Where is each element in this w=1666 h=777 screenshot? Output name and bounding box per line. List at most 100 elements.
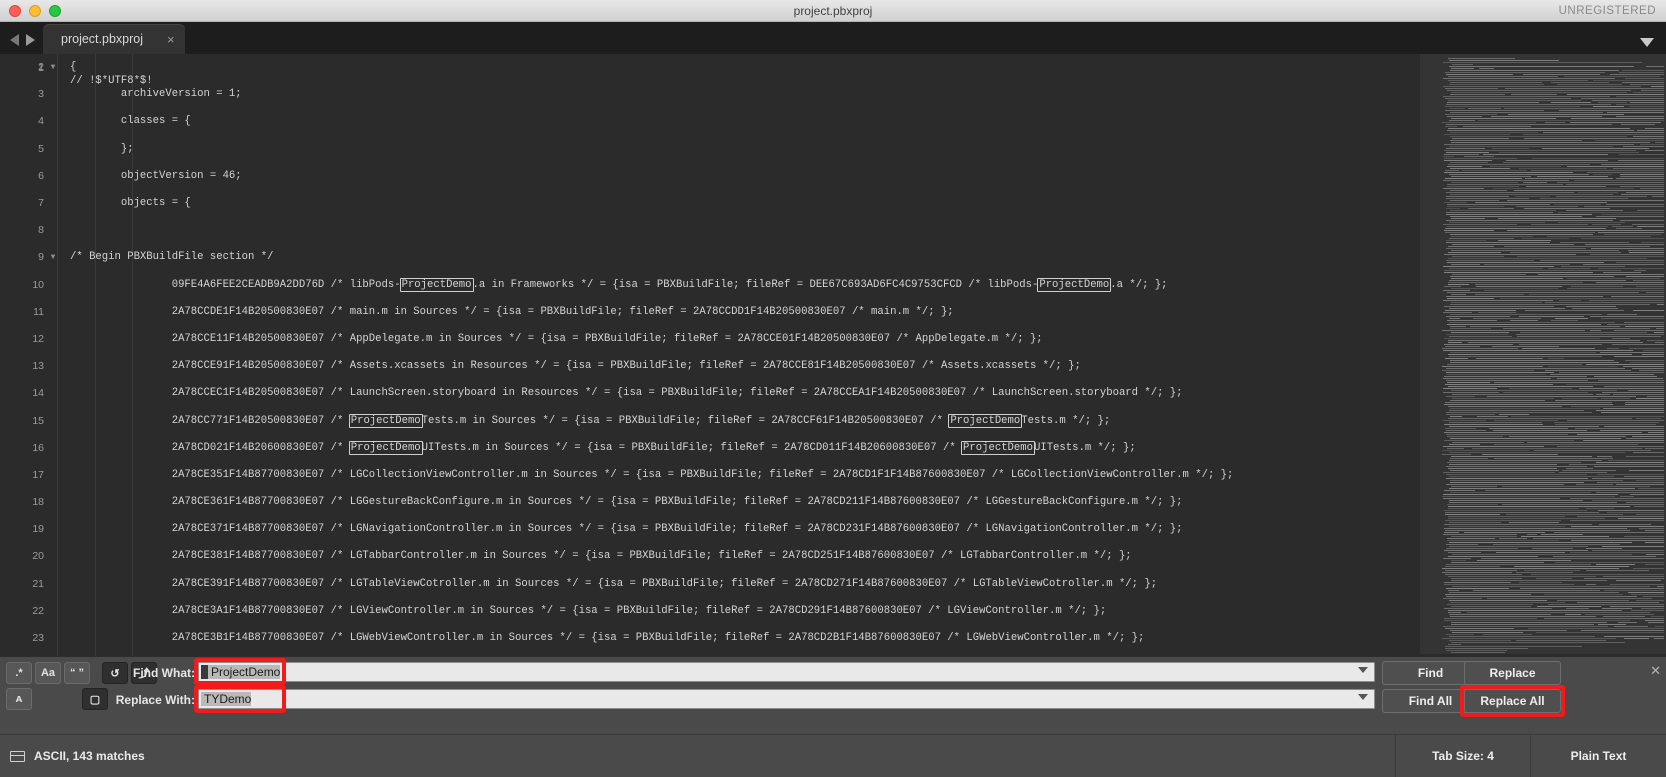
minimap-line xyxy=(1651,616,1664,617)
code-line[interactable]: 23 2A78CE3B1F14B87700830E07 /* LGWebView… xyxy=(0,632,1666,646)
back-arrow-icon[interactable] xyxy=(10,34,19,46)
code-line[interactable]: 16 2A78CD021F14B20600830E07 /* ProjectDe… xyxy=(0,440,1666,456)
code-minimap[interactable] xyxy=(1420,54,1666,656)
minimap-line xyxy=(1577,516,1664,517)
line-number: 9 xyxy=(38,251,44,264)
minimap-line xyxy=(1448,410,1584,411)
close-icon[interactable]: × xyxy=(167,33,175,46)
minimap-line xyxy=(1598,380,1664,381)
minimap-line xyxy=(1447,320,1497,321)
code-line[interactable]: 15 2A78CC771F14B20500830E07 /* ProjectDe… xyxy=(0,413,1666,429)
code-line[interactable]: 14 2A78CCEC1F14B20500830E07 /* LaunchScr… xyxy=(0,387,1666,401)
find-input[interactable]: ProjectDemo xyxy=(198,662,1375,682)
minimap-line xyxy=(1481,558,1664,559)
minimap-line xyxy=(1543,594,1623,595)
minimap-line xyxy=(1445,240,1486,241)
code-line[interactable]: 22 2A78CE3A1F14B87700830E07 /* LGViewCon… xyxy=(0,605,1666,619)
chevron-down-icon[interactable] xyxy=(1358,667,1368,673)
code-line[interactable]: 9 ▼ /* Begin PBXBuildFile section */ xyxy=(0,251,1666,265)
tab-size-status[interactable]: Tab Size: 4 xyxy=(1395,734,1530,777)
code-line[interactable]: 18 2A78CE361F14B87700830E07 /* LGGesture… xyxy=(0,496,1666,510)
search-match-highlight: ProjectDemo xyxy=(348,413,423,428)
minimap-line xyxy=(1596,216,1664,217)
minimap-line xyxy=(1632,136,1664,137)
code-line[interactable]: 11 2A78CCDE1F14B20500830E07 /* main.m in… xyxy=(0,306,1666,320)
minimap-line xyxy=(1445,396,1476,397)
tab-project-pbxproj[interactable]: project.pbxproj × xyxy=(43,24,185,54)
minimap-line xyxy=(1601,392,1664,393)
minimap-line xyxy=(1447,90,1631,91)
minimap-line xyxy=(1550,320,1578,321)
minimap-line xyxy=(1515,196,1550,197)
code-line[interactable]: 19 2A78CE371F14B87700830E07 /* LGNavigat… xyxy=(0,523,1666,537)
code-editor[interactable]: 1 // !$*UTF8*$! 2 ▼{3 archiveVersion = 1;… xyxy=(0,54,1666,656)
minimap-line xyxy=(1444,254,1577,255)
chevron-down-icon[interactable] xyxy=(1640,38,1654,47)
minimap-line xyxy=(1485,490,1664,491)
minimap-line xyxy=(1623,322,1664,323)
forward-arrow-icon[interactable] xyxy=(26,34,35,46)
minimap-line xyxy=(1637,210,1664,211)
minimap-line xyxy=(1565,614,1581,615)
minimap-line xyxy=(1445,214,1592,215)
minimap-line xyxy=(1444,646,1582,647)
minimap-line xyxy=(1450,92,1628,93)
code-line[interactable]: 6 objectVersion = 46; xyxy=(0,170,1666,184)
fold-toggle-icon[interactable]: ▼ xyxy=(48,61,58,75)
code-line[interactable]: 20 2A78CE381F14B87700830E07 /* LGTabbarC… xyxy=(0,550,1666,564)
replace-all-button[interactable]: Replace All xyxy=(1464,689,1561,713)
minimap-line xyxy=(1450,176,1532,177)
minimap-line xyxy=(1468,342,1644,343)
chevron-down-icon[interactable] xyxy=(1358,694,1368,700)
text-caret xyxy=(201,665,208,679)
minimap-line xyxy=(1448,246,1494,247)
fold-toggle-icon[interactable]: ▼ xyxy=(48,251,58,265)
status-bar: ASCII, 143 matches Tab Size: 4 Plain Tex… xyxy=(0,734,1666,777)
minimap-line xyxy=(1634,506,1664,507)
code-line[interactable]: 8 xyxy=(0,224,1666,238)
minimap-line xyxy=(1598,232,1664,233)
minimap-line xyxy=(1535,578,1573,579)
minimap-line xyxy=(1504,108,1664,109)
minimap-line xyxy=(1450,438,1622,439)
minimap-line xyxy=(1626,192,1664,193)
status-encoding-group[interactable]: ASCII, 143 matches xyxy=(10,749,145,763)
replace-button[interactable]: Replace xyxy=(1464,661,1561,685)
minimap-line xyxy=(1523,182,1547,183)
minimap-line xyxy=(1447,516,1566,517)
minimap-line xyxy=(1583,578,1664,579)
syntax-status[interactable]: Plain Text xyxy=(1530,734,1666,777)
code-line[interactable]: 21 2A78CE391F14B87700830E07 /* LGTableVi… xyxy=(0,578,1666,592)
minimap-line xyxy=(1443,510,1588,511)
code-line[interactable]: 13 2A78CCE91F14B20500830E07 /* Assets.xc… xyxy=(0,360,1666,374)
minimap-line xyxy=(1636,600,1664,601)
code-line[interactable]: 2 ▼ { xyxy=(0,61,1666,75)
code-line[interactable]: 17 2A78CE351F14B87700830E07 /* LGCollect… xyxy=(0,469,1666,483)
minimap-line xyxy=(1620,194,1664,195)
code-line[interactable]: 5 }; xyxy=(0,143,1666,157)
code-line[interactable]: 10 09FE4A6FEE2CEADB9A2DD76D /* libPods-P… xyxy=(0,277,1666,293)
minimap-line xyxy=(1493,544,1621,545)
code-lines[interactable]: 2 ▼ { 3 archiveVersion = 1; 4 classes = { 5 }… xyxy=(0,54,1666,656)
minimap-line xyxy=(1445,124,1612,125)
replace-input[interactable]: TYDemo xyxy=(198,689,1375,709)
minimap-line xyxy=(1639,188,1664,189)
minimap-line xyxy=(1445,228,1606,229)
regex-icon[interactable]: .* xyxy=(6,662,32,684)
minimap-line xyxy=(1556,196,1648,197)
code-line[interactable]: 12 2A78CCE11F14B20500830E07 /* AppDelega… xyxy=(0,333,1666,347)
code-line[interactable]: 7 objects = { xyxy=(0,197,1666,211)
code-line[interactable]: 3 archiveVersion = 1; xyxy=(0,88,1666,102)
code-line[interactable]: 4 classes = { xyxy=(0,115,1666,129)
minimap-line xyxy=(1451,536,1517,537)
minimap-line xyxy=(1445,628,1514,629)
minimap-line xyxy=(1619,186,1664,187)
preserve-case-icon[interactable]: ᴀ xyxy=(6,688,32,710)
line-number: 10 xyxy=(32,278,44,291)
minimap-line xyxy=(1558,110,1664,111)
minimap-line xyxy=(1448,576,1597,577)
minimap-line xyxy=(1449,522,1502,523)
close-findbar-icon[interactable]: ✕ xyxy=(1650,663,1661,679)
minimap-line xyxy=(1636,286,1664,287)
minimap-line xyxy=(1448,356,1603,357)
